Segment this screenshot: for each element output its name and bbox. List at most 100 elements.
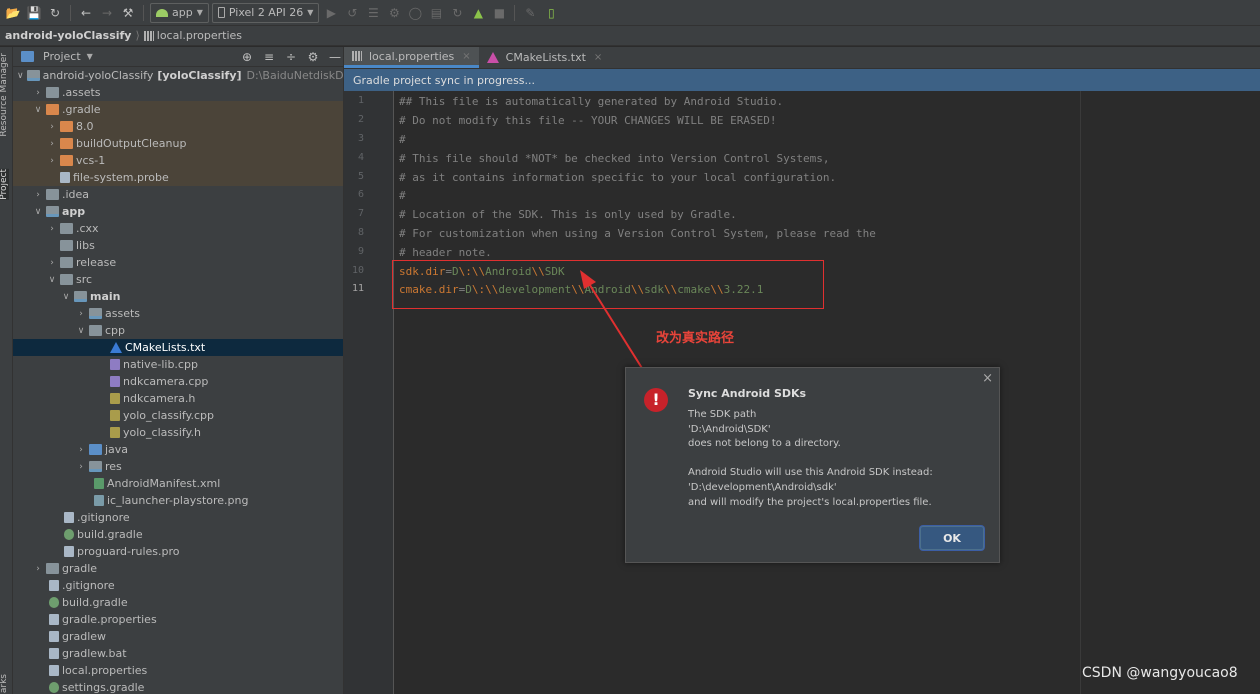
tab-cmakelists[interactable]: CMakeLists.txt × <box>479 47 611 68</box>
highlight-box <box>392 260 824 309</box>
profile-icon[interactable]: ◯ <box>406 4 424 22</box>
tree-item-file-system-probe[interactable]: file-system.probe <box>13 169 343 186</box>
tree-item-ndkcamera-h[interactable]: ndkcamera.h <box>13 390 343 407</box>
resource-manager-tab[interactable]: Resource Manager <box>0 53 9 137</box>
back-icon[interactable]: ← <box>77 4 95 22</box>
expand-all-icon[interactable]: ≡ <box>261 50 277 64</box>
tree-item-libs[interactable]: libs <box>13 237 343 254</box>
left-tool-strip: Resource Manager Project arks <box>0 47 13 694</box>
chevron-down-icon[interactable]: ▼ <box>87 52 93 61</box>
sync-sdk-dialog: × ! Sync Android SDKs The SDK path 'D:\A… <box>625 367 1000 563</box>
attach-icon[interactable]: ▤ <box>427 4 445 22</box>
close-icon[interactable]: × <box>462 51 470 62</box>
toolbar-divider <box>514 4 516 21</box>
tree-item-ic-launcher-png[interactable]: ic_launcher-playstore.png <box>13 492 343 509</box>
tree-item-java[interactable]: › java <box>13 441 343 458</box>
code-line: # header note. <box>399 246 492 259</box>
tree-item-androidmanifest[interactable]: AndroidManifest.xml <box>13 475 343 492</box>
project-view-select[interactable]: Project <box>43 50 81 63</box>
tree-item-local-properties[interactable]: local.properties <box>13 662 343 679</box>
tree-item-res[interactable]: › res <box>13 458 343 475</box>
error-icon: ! <box>644 388 668 412</box>
tree-item-app-gitignore[interactable]: .gitignore <box>13 509 343 526</box>
code-line: # <box>399 189 406 202</box>
close-icon[interactable]: × <box>982 371 993 386</box>
tree-item-8-0[interactable]: › 8.0 <box>13 118 343 135</box>
tree-item-gitignore[interactable]: .gitignore <box>13 577 343 594</box>
tab-local-properties[interactable]: local.properties × <box>344 47 479 68</box>
line-number: 10 <box>351 265 364 276</box>
chevron-down-icon: ▼ <box>196 8 203 17</box>
phone-icon <box>217 7 225 18</box>
project-panel: Project ▼ ⊕ ≡ ÷ ⚙ — ∨ android-yoloClassif… <box>13 47 344 694</box>
open-folder-icon[interactable]: 📂 <box>4 4 22 22</box>
tree-item-ndkcamera-cpp[interactable]: ndkcamera.cpp <box>13 373 343 390</box>
tree-item-proguard-rules[interactable]: proguard-rules.pro <box>13 543 343 560</box>
tree-item-dot-gradle[interactable]: ∨ .gradle <box>13 101 343 118</box>
tree-item-assets[interactable]: › assets <box>13 305 343 322</box>
tree-item-gradle[interactable]: › gradle <box>13 560 343 577</box>
tree-item-cmakelists[interactable]: CMakeLists.txt <box>13 339 343 356</box>
tree-item-settings-gradle[interactable]: settings.gradle <box>13 679 343 694</box>
debug-icon[interactable]: ⚙ <box>385 4 403 22</box>
device-select[interactable]: Pixel 2 API 26 ▼ <box>211 2 320 23</box>
tree-item-buildoutputcleanup[interactable]: › buildOutputCleanup <box>13 135 343 152</box>
tree-item-cxx[interactable]: › .cxx <box>13 220 343 237</box>
right-margin-guide <box>1080 91 1081 694</box>
coverage-icon[interactable]: ☰ <box>364 4 382 22</box>
run-config-select[interactable]: app ▼ <box>150 2 209 23</box>
chevron-down-icon: ▼ <box>307 8 314 17</box>
tree-item-gradle-properties[interactable]: gradle.properties <box>13 611 343 628</box>
collapse-all-icon[interactable]: ÷ <box>283 50 299 64</box>
ok-button[interactable]: OK <box>920 526 984 550</box>
tree-item-main[interactable]: ∨ main <box>13 288 343 305</box>
breadcrumb-file[interactable]: local.properties <box>157 29 242 42</box>
main-toolbar: 📂 💾 ↻ ← → ⚒ app ▼ Pixel 2 API 26 ▼ ▶ ↺ ☰… <box>0 0 1260 26</box>
apply-changes-icon[interactable]: ↻ <box>448 4 466 22</box>
breadcrumb-separator: ⟩ <box>135 29 140 42</box>
cmake-icon <box>486 52 499 63</box>
android-icon <box>156 8 168 17</box>
tree-item-yolo-classify-cpp[interactable]: yolo_classify.cpp <box>13 407 343 424</box>
gear-icon[interactable]: ⚙ <box>305 50 321 64</box>
dialog-line: and will modify the project's local.prop… <box>688 496 932 508</box>
annotation-label: 改为真实路径 <box>656 331 735 346</box>
rerun-icon[interactable]: ↺ <box>343 4 361 22</box>
run-icon[interactable]: ▶ <box>322 4 340 22</box>
tree-item-yolo-classify-h[interactable]: yolo_classify.h <box>13 424 343 441</box>
project-tool-tab[interactable]: Project <box>0 169 9 200</box>
tree-item-app[interactable]: ∨ app <box>13 203 343 220</box>
tree-item-gradlew-bat[interactable]: gradlew.bat <box>13 645 343 662</box>
minimize-icon[interactable]: — <box>327 50 343 64</box>
tree-item-native-lib-cpp[interactable]: native-lib.cpp <box>13 356 343 373</box>
stop-icon[interactable]: ■ <box>490 4 508 22</box>
code-line: # Do not modify this file -- YOUR CHANGE… <box>399 114 777 127</box>
breadcrumb-project[interactable]: android-yoloClassify <box>5 29 131 42</box>
watermark: CSDN @wangyoucao8 <box>1082 665 1238 681</box>
tree-item-vcs-1[interactable]: › vcs-1 <box>13 152 343 169</box>
sync-icon[interactable]: ↻ <box>46 4 64 22</box>
code-line: ## This file is automatically generated … <box>399 95 784 108</box>
dialog-message: The SDK path 'D:\Android\SDK' does not b… <box>688 408 933 510</box>
tree-item-gradlew[interactable]: gradlew <box>13 628 343 645</box>
tree-item-release[interactable]: › release <box>13 254 343 271</box>
hammer-icon[interactable]: ⚒ <box>119 4 137 22</box>
tree-item-build-gradle[interactable]: build.gradle <box>13 594 343 611</box>
forward-icon[interactable]: → <box>98 4 116 22</box>
project-tree: ∨ android-yoloClassify [yoloClassify] D:\Ba… <box>13 67 343 694</box>
layout-inspector-icon[interactable]: ✎ <box>521 4 539 22</box>
tree-item-src[interactable]: ∨ src <box>13 271 343 288</box>
close-icon[interactable]: × <box>594 52 602 63</box>
sync-banner: Gradle project sync in progress... <box>344 69 1260 91</box>
sdk-manager-icon[interactable]: ▲ <box>469 4 487 22</box>
tree-item-idea[interactable]: › .idea <box>13 186 343 203</box>
code-line: # Location of the SDK. This is only used… <box>399 208 737 221</box>
tree-item-assets-root[interactable]: › .assets <box>13 84 343 101</box>
tree-item-app-build-gradle[interactable]: build.gradle <box>13 526 343 543</box>
tree-item-cpp[interactable]: ∨ cpp <box>13 322 343 339</box>
device-manager-icon[interactable]: ▯ <box>542 4 560 22</box>
tree-item-root[interactable]: ∨ android-yoloClassify [yoloClassify] D:\Ba… <box>13 67 343 84</box>
locate-icon[interactable]: ⊕ <box>239 50 255 64</box>
bookmarks-tab[interactable]: arks <box>0 674 9 693</box>
save-icon[interactable]: 💾 <box>25 4 43 22</box>
